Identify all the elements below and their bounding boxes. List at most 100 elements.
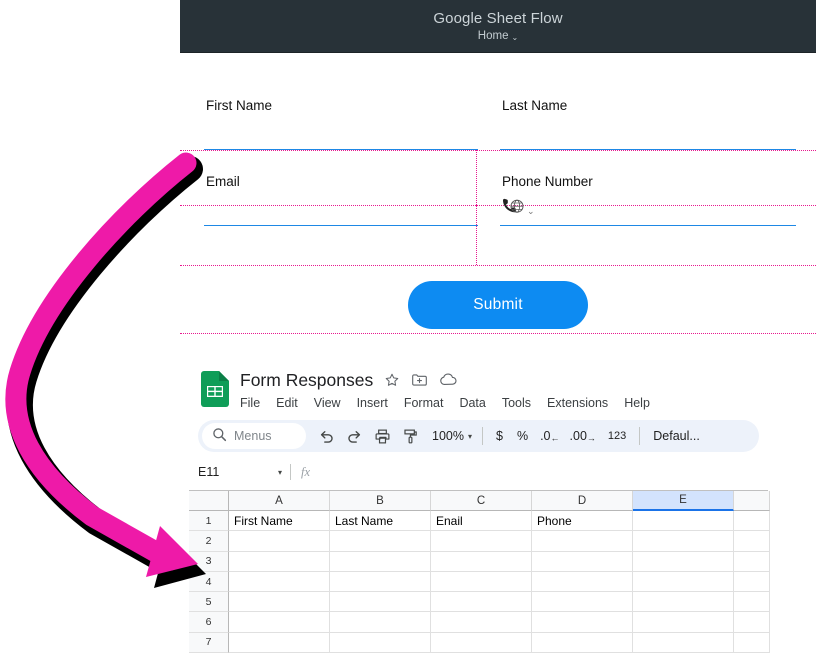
cell-e1[interactable] xyxy=(633,511,734,532)
field-label-last-name: Last Name xyxy=(502,98,568,113)
search-menus-input[interactable]: Menus xyxy=(202,423,306,449)
zoom-level[interactable]: 100% xyxy=(424,429,468,443)
row-header-2[interactable]: 2 xyxy=(189,531,229,552)
column-header-e[interactable]: E xyxy=(633,491,734,511)
row-header-1[interactable]: 1 xyxy=(189,511,229,532)
phone-number-input[interactable] xyxy=(500,190,796,226)
submit-button[interactable]: Submit xyxy=(408,281,588,329)
field-last-name: Last Name xyxy=(500,98,796,150)
phone-country-selector[interactable]: ⌄ xyxy=(502,198,535,220)
move-to-folder-icon[interactable] xyxy=(411,372,428,388)
column-header-b[interactable]: B xyxy=(330,491,431,511)
name-box[interactable]: E11 ▾ xyxy=(198,465,288,479)
cell-b2[interactable] xyxy=(330,531,431,552)
menu-format[interactable]: Format xyxy=(404,394,444,412)
cell-d1[interactable]: Phone xyxy=(532,511,633,532)
cell-f2[interactable] xyxy=(734,531,770,552)
column-header-f-partial[interactable] xyxy=(734,491,770,511)
cell-a1[interactable]: First Name xyxy=(229,511,330,532)
guideline-row2 xyxy=(180,265,816,266)
menu-extensions[interactable]: Extensions xyxy=(547,394,608,412)
cell-f7[interactable] xyxy=(734,632,770,654)
cell-d2[interactable] xyxy=(532,531,633,552)
cell-d4[interactable] xyxy=(532,571,633,593)
email-input[interactable] xyxy=(204,190,478,226)
cell-e3[interactable] xyxy=(633,551,734,572)
cell-e2[interactable] xyxy=(633,531,734,552)
cell-b6[interactable] xyxy=(330,612,431,633)
cell-a5[interactable] xyxy=(229,592,330,613)
decrease-decimal-button[interactable]: .0 ← xyxy=(535,429,564,443)
menu-bar: File Edit View Insert Format Data Tools … xyxy=(240,394,650,412)
cell-d7[interactable] xyxy=(532,632,633,654)
star-icon[interactable] xyxy=(384,372,400,388)
column-header-c[interactable]: C xyxy=(431,491,532,511)
cell-e5[interactable] xyxy=(633,592,734,613)
document-title[interactable]: Form Responses xyxy=(240,369,373,391)
cell-c7[interactable] xyxy=(431,632,532,654)
field-first-name: First Name xyxy=(204,98,478,150)
cell-a3[interactable] xyxy=(229,551,330,572)
font-name-selector[interactable]: Defaul... xyxy=(646,429,707,443)
cell-e6[interactable] xyxy=(633,612,734,633)
cell-f5[interactable] xyxy=(734,592,770,613)
menu-file[interactable]: File xyxy=(240,394,260,412)
number-format-button[interactable]: 123 xyxy=(601,430,633,442)
cell-b5[interactable] xyxy=(330,592,431,613)
cell-d5[interactable] xyxy=(532,592,633,613)
last-name-input[interactable] xyxy=(500,114,796,150)
field-email: Email xyxy=(204,174,478,226)
menu-tools[interactable]: Tools xyxy=(502,394,531,412)
paint-format-button[interactable] xyxy=(396,423,424,449)
cell-a2[interactable] xyxy=(229,531,330,552)
cell-e4[interactable] xyxy=(633,571,734,593)
cell-b3[interactable] xyxy=(330,551,431,572)
currency-format-button[interactable]: $ xyxy=(489,429,510,443)
column-header-d[interactable]: D xyxy=(532,491,633,511)
first-name-input[interactable] xyxy=(204,114,478,150)
cell-f4[interactable] xyxy=(734,571,770,593)
cell-f6[interactable] xyxy=(734,612,770,633)
print-button[interactable] xyxy=(368,423,396,449)
menu-data[interactable]: Data xyxy=(459,394,485,412)
cell-f3[interactable] xyxy=(734,551,770,572)
cell-b7[interactable] xyxy=(330,632,431,654)
menu-insert[interactable]: Insert xyxy=(357,394,388,412)
cell-d6[interactable] xyxy=(532,612,633,633)
redo-button[interactable] xyxy=(340,423,368,449)
percent-format-button[interactable]: % xyxy=(510,429,535,443)
cell-f1[interactable] xyxy=(734,511,770,532)
select-all-corner[interactable] xyxy=(189,491,229,511)
chevron-down-icon: ⌄ xyxy=(527,205,535,216)
zoom-dropdown-caret-icon[interactable]: ▾ xyxy=(468,432,472,441)
undo-button[interactable] xyxy=(312,423,340,449)
cell-c4[interactable] xyxy=(431,571,532,593)
column-header-a[interactable]: A xyxy=(229,491,330,511)
cell-b1[interactable]: Last Name xyxy=(330,511,431,532)
app-title: Google Sheet Flow xyxy=(433,10,563,27)
menu-view[interactable]: View xyxy=(314,394,341,412)
cell-a4[interactable] xyxy=(229,571,330,593)
cell-a6[interactable] xyxy=(229,612,330,633)
cell-e7[interactable] xyxy=(633,632,734,654)
formula-input[interactable] xyxy=(310,464,768,480)
row-header-5[interactable]: 5 xyxy=(189,592,229,613)
cell-c3[interactable] xyxy=(431,551,532,572)
cell-d3[interactable] xyxy=(532,551,633,572)
cell-c5[interactable] xyxy=(431,592,532,613)
cell-c2[interactable] xyxy=(431,531,532,552)
increase-decimal-button[interactable]: .00 → xyxy=(565,429,601,443)
sheets-title-line: Form Responses xyxy=(240,369,650,391)
cloud-saved-icon[interactable] xyxy=(439,372,458,388)
menu-help[interactable]: Help xyxy=(624,394,650,412)
cell-a7[interactable] xyxy=(229,632,330,654)
row-header-6[interactable]: 6 xyxy=(189,612,229,633)
row-header-3[interactable]: 3 xyxy=(189,551,229,572)
nav-home[interactable]: Home ⌄ xyxy=(478,30,518,42)
row-header-4[interactable]: 4 xyxy=(189,571,229,593)
cell-b4[interactable] xyxy=(330,571,431,593)
cell-c1[interactable]: Enail xyxy=(431,511,532,532)
menu-edit[interactable]: Edit xyxy=(276,394,298,412)
row-header-7[interactable]: 7 xyxy=(189,632,229,654)
cell-c6[interactable] xyxy=(431,612,532,633)
